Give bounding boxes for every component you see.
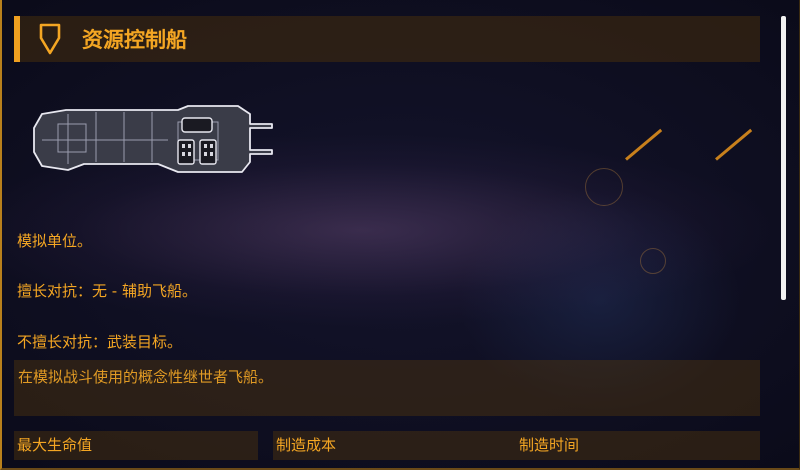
- stat-build-time-label: 制造时间: [519, 436, 580, 454]
- ship-illustration: [33, 105, 273, 173]
- weak-against-line: 不擅长对抗：武装目标。: [17, 333, 183, 351]
- decor-ring: [640, 248, 666, 274]
- stat-max-hp-label: 最大生命值: [17, 436, 93, 454]
- decor-ring: [585, 168, 623, 206]
- stat-build-cost-label: 制造成本: [276, 436, 337, 454]
- scrollbar[interactable]: [781, 16, 786, 300]
- strong-against-line: 擅长对抗：无 - 辅助飞船。: [17, 282, 197, 300]
- flavor-text-box: 在模拟战斗使用的概念性继世者飞船。: [14, 360, 760, 416]
- description-line: 模拟单位。: [17, 232, 93, 250]
- stat-max-hp: 最大生命值: [14, 431, 258, 460]
- unit-title: 资源控制船: [82, 28, 187, 52]
- unit-header: 资源控制船: [14, 16, 760, 62]
- shield-pennant-icon: [39, 23, 61, 55]
- flavor-text: 在模拟战斗使用的概念性继世者飞船。: [18, 368, 274, 386]
- stat-build-cost-time: 制造成本 制造时间: [273, 431, 760, 460]
